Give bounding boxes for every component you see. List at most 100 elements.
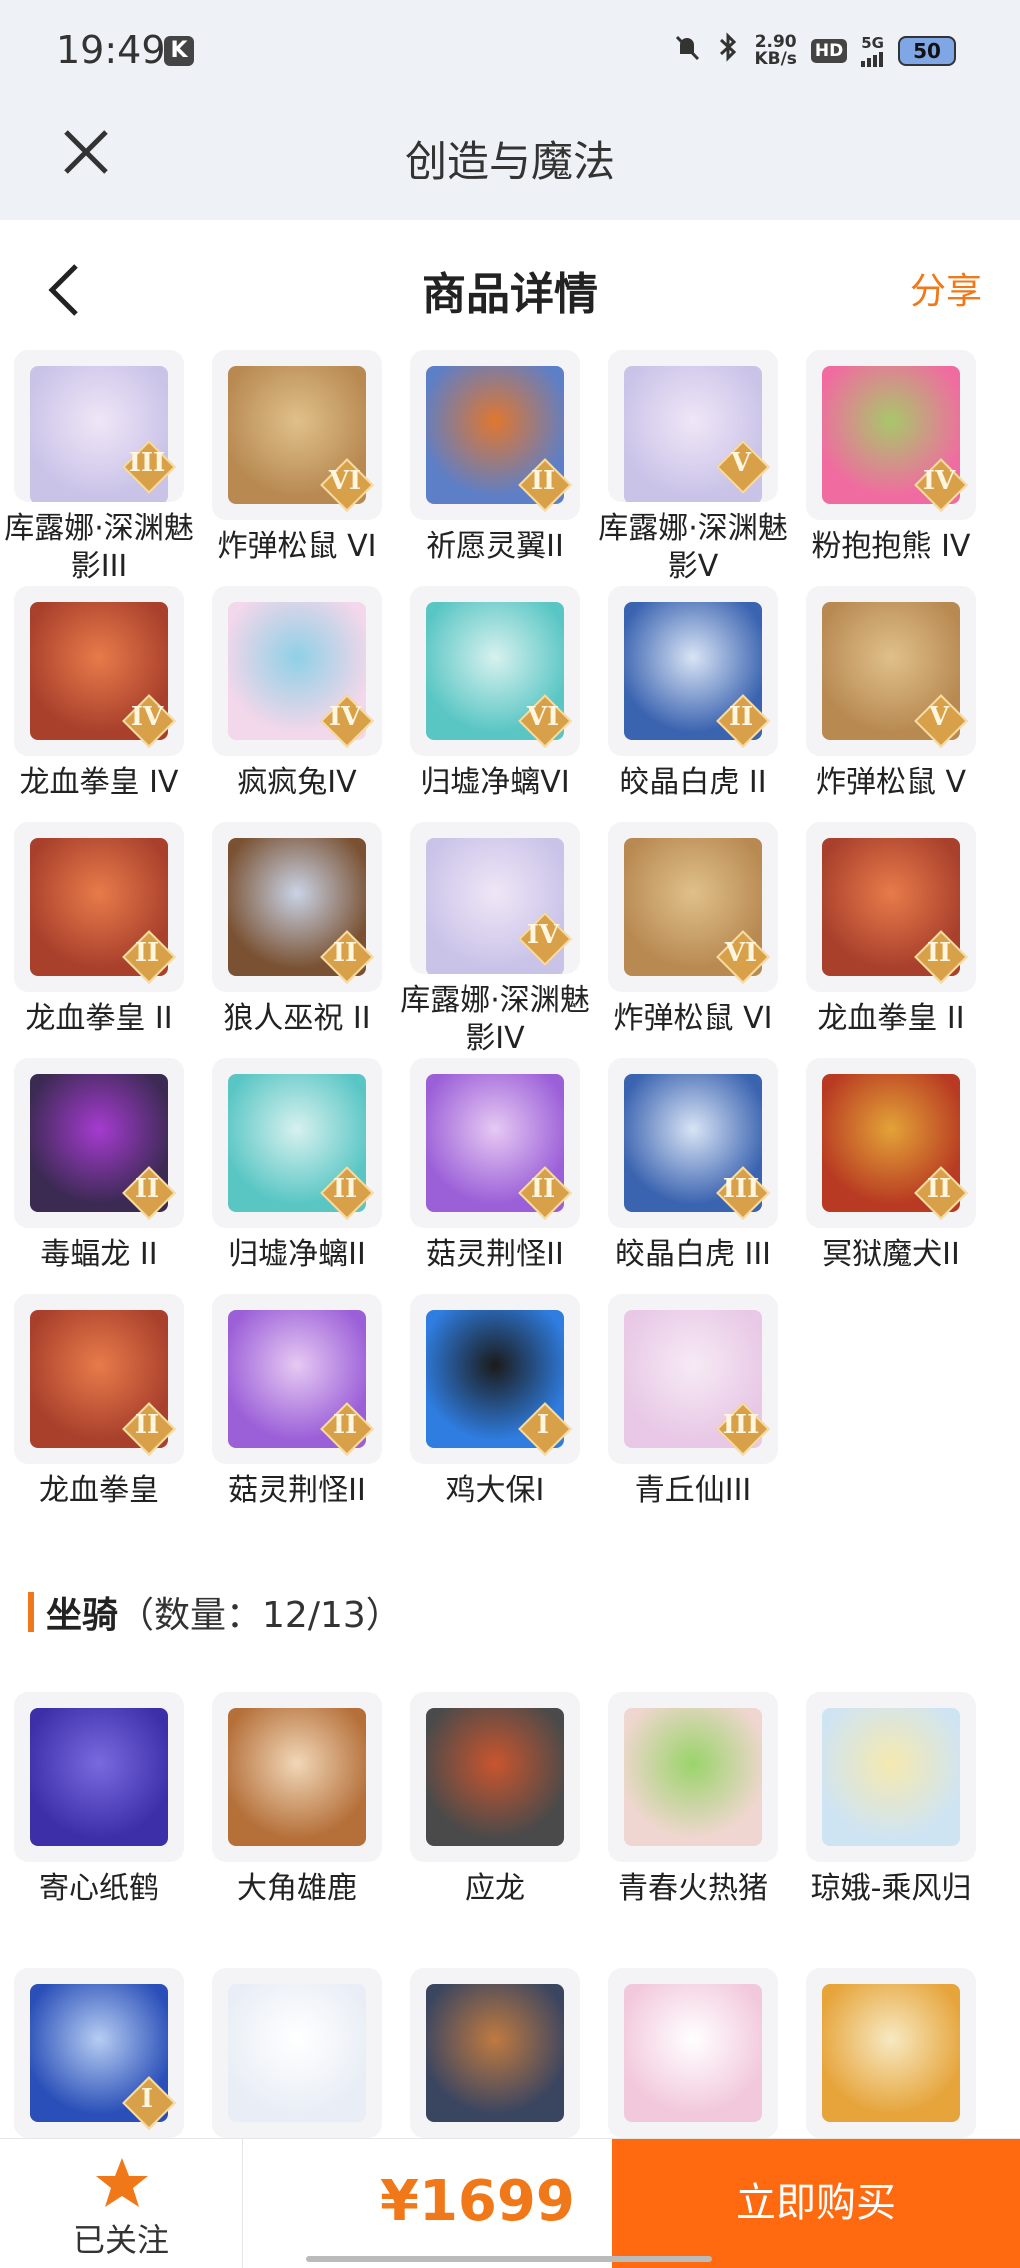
item-thumbnail [410, 1692, 580, 1862]
character-item[interactable]: III 皎晶白虎 III [594, 1058, 792, 1294]
follow-button[interactable]: 已关注 [0, 2139, 243, 2268]
character-item[interactable]: VI 归墟净螭VI [396, 586, 594, 822]
home-indicator[interactable] [306, 2256, 712, 2262]
character-item[interactable]: IV 疯疯兔IV [198, 586, 396, 822]
app-bar: 创造与魔法 [0, 110, 1020, 220]
character-item[interactable]: V 炸弹松鼠 V [792, 586, 990, 822]
buy-now-button[interactable]: 立即购买 [612, 2139, 1020, 2268]
character-item[interactable]: I 鸡大保I [396, 1294, 594, 1530]
mount-item[interactable] [396, 1968, 594, 2138]
rank-badge: VI [518, 694, 572, 748]
item-thumbnail: III [608, 1058, 778, 1228]
character-item[interactable]: II 毒蝠龙 II [0, 1058, 198, 1294]
rank-badge: I [518, 1402, 572, 1456]
item-art [822, 1708, 960, 1846]
rank-badge: IV [914, 458, 968, 512]
character-item[interactable]: V 库露娜·深渊魅影V [594, 350, 792, 586]
mount-grid: 寄心纸鹤 大角雄鹿 应龙 青春火热猪 琼娥-乘风归 I [0, 1692, 1020, 2138]
item-name: 粉抱抱熊 IV [811, 529, 971, 564]
item-name: 皎晶白虎 III [614, 1237, 772, 1272]
character-item[interactable]: II 狼人巫祝 II [198, 822, 396, 1058]
rank-badge: VI [716, 930, 770, 984]
item-name: 炸弹松鼠 V [815, 765, 967, 800]
follow-label: 已关注 [72, 2221, 169, 2259]
item-name: 应龙 [465, 1871, 525, 1906]
mount-item[interactable] [594, 1968, 792, 2138]
character-item[interactable]: II 祈愿灵翼II [396, 350, 594, 586]
item-name: 鸡大保I [445, 1473, 545, 1508]
rank-badge: IV [122, 694, 176, 748]
item-thumbnail [806, 1968, 976, 2138]
item-name: 库露娜·深渊魅影IV [400, 983, 590, 1056]
item-art [228, 1984, 366, 2122]
rank-badge: VI [320, 458, 374, 512]
item-art [228, 1708, 366, 1846]
character-item[interactable]: II 菇灵荆怪II [396, 1058, 594, 1294]
item-thumbnail: II [14, 1294, 184, 1464]
character-item[interactable]: II 归墟净螭II [198, 1058, 396, 1294]
item-name: 狼人巫祝 II [223, 1001, 371, 1036]
item-thumbnail [608, 1692, 778, 1862]
item-thumbnail: I [14, 1968, 184, 2138]
item-thumbnail: V [608, 350, 778, 502]
mount-item[interactable]: 青春火热猪 [594, 1692, 792, 1968]
item-thumbnail: II [14, 822, 184, 992]
mount-item[interactable] [792, 1968, 990, 2138]
mount-item[interactable]: I [0, 1968, 198, 2138]
character-item[interactable]: II 菇灵荆怪II [198, 1294, 396, 1530]
signal-icon: 5G [861, 34, 884, 67]
character-item[interactable]: II 冥狱魔犬II [792, 1058, 990, 1294]
mount-item[interactable]: 大角雄鹿 [198, 1692, 396, 1968]
mount-item[interactable]: 琼娥-乘风归 [792, 1692, 990, 1968]
battery-icon: 50 [898, 35, 956, 66]
share-button[interactable]: 分享 [910, 262, 982, 314]
item-name: 库露娜·深渊魅影III [4, 511, 194, 584]
character-item[interactable]: II 龙血拳皇 [0, 1294, 198, 1530]
character-item[interactable]: VI 炸弹松鼠 VI [594, 822, 792, 1058]
character-item[interactable]: II 龙血拳皇 II [0, 822, 198, 1058]
item-thumbnail: IV [14, 586, 184, 756]
status-icons: 2.90 KB/s HD 5G 50 [672, 32, 956, 69]
item-thumbnail: II [608, 586, 778, 756]
item-thumbnail [806, 1692, 976, 1862]
rank-badge: III [716, 1402, 770, 1456]
character-item[interactable]: VI 炸弹松鼠 VI [198, 350, 396, 586]
character-grid: III 库露娜·深渊魅影III VI 炸弹松鼠 VI II 祈愿灵翼II V 库露娜·深渊魅影… [0, 350, 1020, 1530]
character-item[interactable]: IV 粉抱抱熊 IV [792, 350, 990, 586]
rank-badge: II [122, 930, 176, 984]
section-title: 坐骑（数量：12/13） [46, 1595, 402, 1636]
item-name: 祈愿灵翼II [426, 529, 564, 564]
character-item[interactable]: III 青丘仙III [594, 1294, 792, 1530]
rank-badge: II [716, 694, 770, 748]
item-art [624, 1984, 762, 2122]
mount-item[interactable]: 应龙 [396, 1692, 594, 1968]
item-thumbnail: I [410, 1294, 580, 1464]
item-thumbnail: III [14, 350, 184, 502]
bottom-action-bar: 已关注 ¥1699 立即购买 [0, 2138, 1020, 2268]
character-item[interactable]: IV 龙血拳皇 IV [0, 586, 198, 822]
item-art [426, 1984, 564, 2122]
item-name: 寄心纸鹤 [39, 1871, 159, 1906]
item-thumbnail [14, 1692, 184, 1862]
item-name: 琼娥-乘风归 [810, 1871, 972, 1906]
item-thumbnail [212, 1692, 382, 1862]
character-item[interactable]: II 皎晶白虎 II [594, 586, 792, 822]
price: ¥1699 [380, 2169, 575, 2234]
rank-badge: II [914, 930, 968, 984]
item-thumbnail: II [212, 822, 382, 992]
item-name: 大角雄鹿 [237, 1871, 357, 1906]
content-scroll[interactable]: III 库露娜·深渊魅影III VI 炸弹松鼠 VI II 祈愿灵翼II V 库露娜·深渊魅影… [0, 350, 1020, 2138]
rank-badge: II [122, 1166, 176, 1220]
character-item[interactable]: IV 库露娜·深渊魅影IV [396, 822, 594, 1058]
mount-item[interactable] [198, 1968, 396, 2138]
item-thumbnail: II [806, 1058, 976, 1228]
item-thumbnail: II [410, 1058, 580, 1228]
rank-badge: II [320, 930, 374, 984]
character-item[interactable]: III 库露娜·深渊魅影III [0, 350, 198, 586]
mount-section-header: 坐骑（数量：12/13） [0, 1570, 1020, 1652]
item-thumbnail: V [806, 586, 976, 756]
mount-item[interactable]: 寄心纸鹤 [0, 1692, 198, 1968]
item-thumbnail: II [806, 822, 976, 992]
character-item[interactable]: II 龙血拳皇 II [792, 822, 990, 1058]
section-count: （数量：12/13） [118, 1595, 402, 1636]
